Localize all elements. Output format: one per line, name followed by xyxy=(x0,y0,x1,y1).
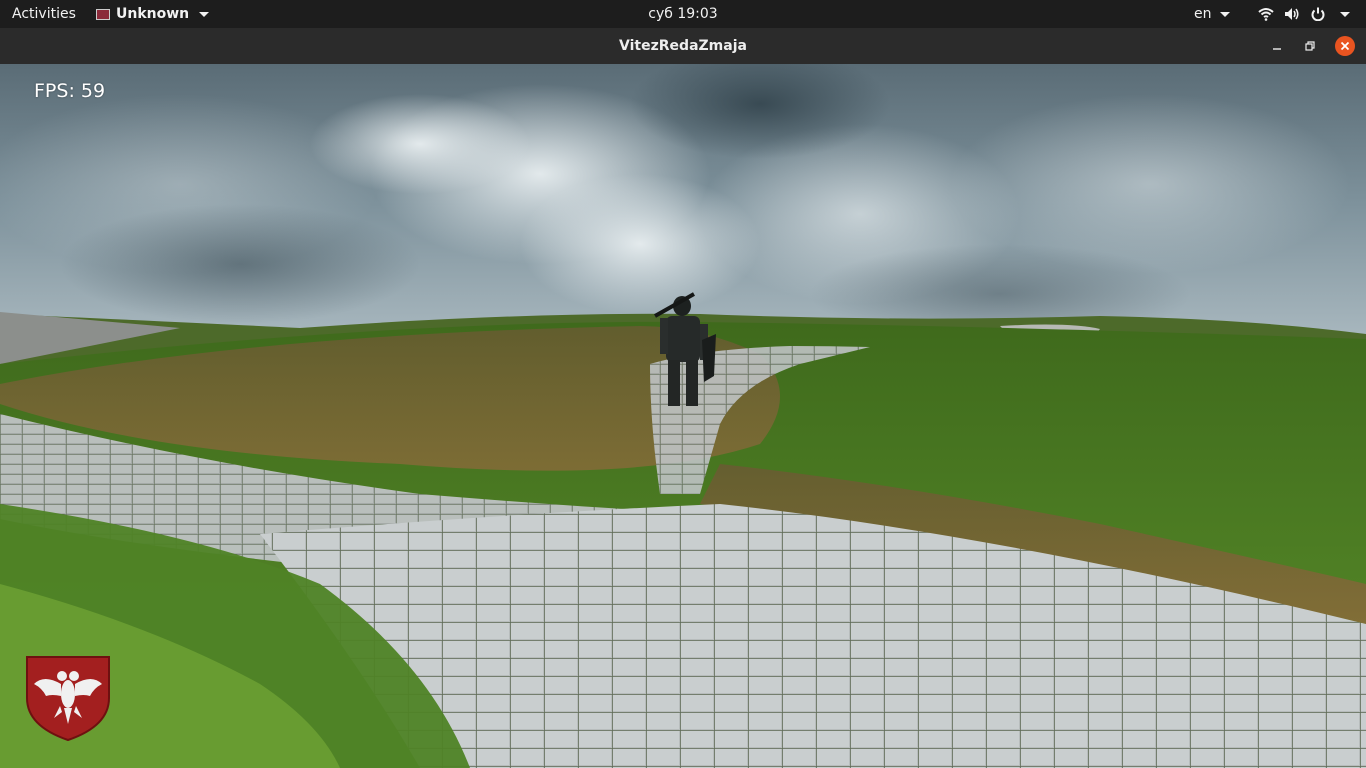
top-bar: Activities Unknown суб 19:03 en xyxy=(0,0,1366,28)
close-button[interactable] xyxy=(1335,36,1355,56)
restore-icon xyxy=(1305,41,1315,51)
close-icon xyxy=(1340,41,1350,51)
minimize-button[interactable] xyxy=(1268,37,1286,55)
maximize-button[interactable] xyxy=(1301,37,1319,55)
power-icon xyxy=(1311,7,1325,21)
wifi-icon xyxy=(1258,8,1274,21)
volume-icon xyxy=(1285,8,1299,20)
clock[interactable]: суб 19:03 xyxy=(0,0,1366,28)
system-menu[interactable] xyxy=(1258,0,1350,28)
chevron-down-icon xyxy=(1219,11,1230,17)
coat-of-arms-icon xyxy=(26,656,110,742)
game-scene[interactable] xyxy=(0,64,1366,768)
chevron-down-icon xyxy=(1340,11,1350,17)
language-label: en xyxy=(1194,6,1212,22)
language-selector[interactable]: en xyxy=(1194,0,1230,28)
fps-counter: FPS: 59 xyxy=(34,80,106,102)
minimize-icon xyxy=(1273,48,1281,50)
game-viewport[interactable]: FPS: 59 xyxy=(0,64,1366,768)
window-titlebar[interactable]: VitezRedaZmaja xyxy=(0,28,1366,64)
window-title: VitezRedaZmaja xyxy=(619,38,747,54)
